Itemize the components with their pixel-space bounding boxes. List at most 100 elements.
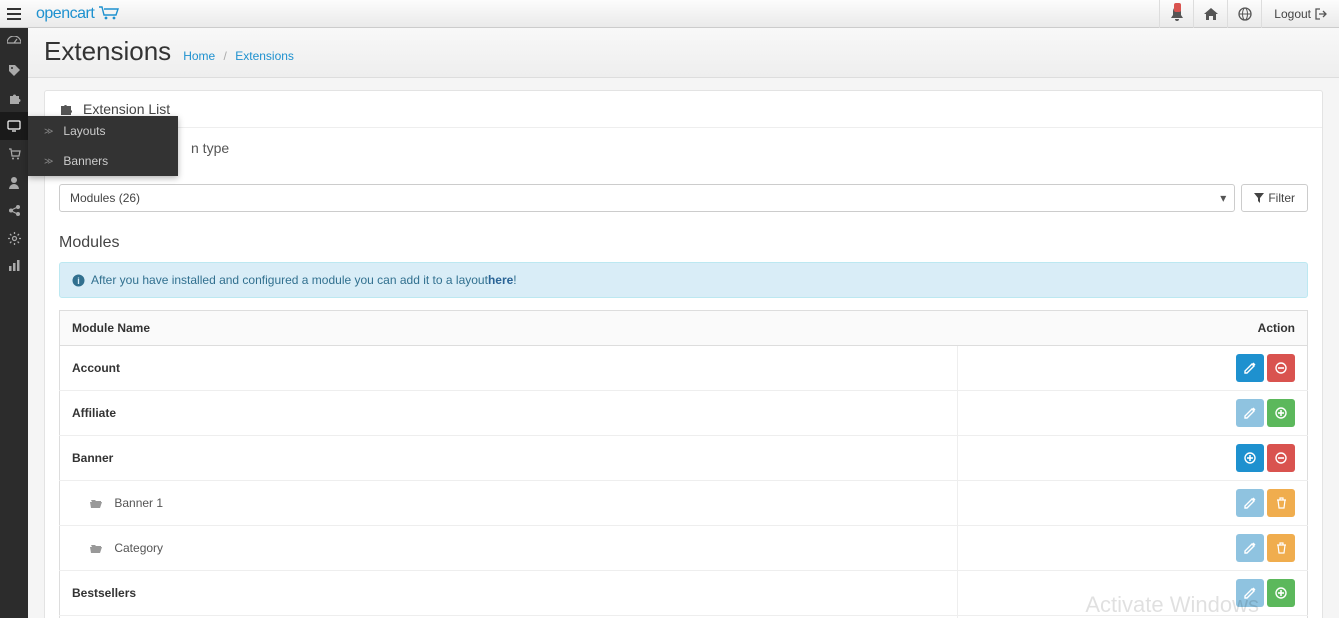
home-button[interactable] xyxy=(1193,0,1227,28)
signout-icon xyxy=(1315,8,1327,20)
page-header: Extensions Home / Extensions xyxy=(28,28,1339,78)
modules-section-title: Modules xyxy=(59,234,1308,252)
minus-circle-icon xyxy=(1275,362,1287,374)
shopping-cart-icon xyxy=(8,148,21,160)
flyout-item-banners[interactable]: ≫ Banners xyxy=(28,146,178,176)
folder-open-icon xyxy=(90,498,103,509)
panel-heading: Extension List xyxy=(45,91,1322,128)
col-action: Action xyxy=(958,311,1308,346)
plus-circle-icon xyxy=(1275,407,1287,419)
sidebar-item-system[interactable] xyxy=(0,224,28,252)
module-name-cell: Account xyxy=(60,346,958,391)
main-content: Extensions Home / Extensions Extension L… xyxy=(28,28,1339,618)
pencil-icon xyxy=(1244,362,1256,374)
install-button[interactable] xyxy=(1267,579,1295,607)
extension-type-label-partial: n type xyxy=(191,140,1339,156)
edit-button[interactable] xyxy=(1236,354,1264,382)
sidebar-item-dashboard[interactable] xyxy=(0,28,28,56)
extension-type-select[interactable]: Modules (26) xyxy=(59,184,1235,212)
trash-icon xyxy=(1276,542,1287,554)
sidebar-item-reports[interactable] xyxy=(0,252,28,280)
delete-button[interactable] xyxy=(1267,534,1295,562)
add-button[interactable] xyxy=(1236,444,1264,472)
filter-button-label: Filter xyxy=(1268,191,1295,205)
info-here-link[interactable]: here xyxy=(488,273,513,287)
table-row: Banner xyxy=(60,436,1308,481)
modules-info-alert: i After you have installed and configure… xyxy=(59,262,1308,298)
delete-button[interactable] xyxy=(1267,489,1295,517)
action-cell xyxy=(958,436,1308,481)
logout-label: Logout xyxy=(1274,7,1311,21)
info-icon: i xyxy=(72,274,85,287)
puzzle-icon xyxy=(8,92,21,105)
menu-toggle-button[interactable] xyxy=(0,0,28,28)
page-title: Extensions xyxy=(44,36,171,67)
edit-button-disabled xyxy=(1236,489,1264,517)
info-text: After you have installed and configured … xyxy=(91,273,488,287)
top-right-nav: Logout xyxy=(1159,0,1339,28)
action-cell xyxy=(958,571,1308,616)
design-flyout-menu: ≫ Layouts ≫ Banners xyxy=(28,116,178,176)
sidebar xyxy=(0,28,28,618)
top-header: opencart Logout xyxy=(0,0,1339,28)
action-cell xyxy=(958,526,1308,571)
module-name-cell: Affiliate xyxy=(60,391,958,436)
action-cell xyxy=(958,346,1308,391)
trash-icon xyxy=(1276,497,1287,509)
edit-button-disabled xyxy=(1236,534,1264,562)
store-link-button[interactable] xyxy=(1227,0,1261,28)
module-name-cell: Bestsellers xyxy=(60,571,958,616)
edit-button-disabled xyxy=(1236,579,1264,607)
edit-button-disabled xyxy=(1236,399,1264,427)
sidebar-item-design[interactable] xyxy=(0,112,28,140)
sidebar-item-extensions[interactable] xyxy=(0,84,28,112)
module-name-cell: Category xyxy=(60,526,958,571)
table-row: Account xyxy=(60,346,1308,391)
install-button[interactable] xyxy=(1267,399,1295,427)
flyout-label: Banners xyxy=(63,154,108,168)
logo[interactable]: opencart xyxy=(36,5,120,23)
cart-icon xyxy=(98,6,120,20)
sidebar-item-catalog[interactable] xyxy=(0,56,28,84)
table-row: Category xyxy=(60,526,1308,571)
flyout-label: Layouts xyxy=(63,124,105,138)
logo-text: opencart xyxy=(36,5,94,23)
folder-open-icon xyxy=(90,543,103,554)
module-name-cell: Banner xyxy=(60,436,958,481)
table-row: Affiliate xyxy=(60,391,1308,436)
desktop-icon xyxy=(7,120,21,132)
chart-bar-icon xyxy=(8,260,21,272)
breadcrumb: Home / Extensions xyxy=(183,49,294,63)
pencil-icon xyxy=(1244,407,1256,419)
user-icon xyxy=(8,176,20,189)
filter-icon xyxy=(1254,193,1264,203)
bars-icon xyxy=(7,8,21,20)
panel-heading-text: Extension List xyxy=(83,101,170,117)
sidebar-item-marketing[interactable] xyxy=(0,196,28,224)
flyout-item-layouts[interactable]: ≫ Layouts xyxy=(28,116,178,146)
module-name-cell: Banner 1 xyxy=(60,481,958,526)
breadcrumb-home[interactable]: Home xyxy=(183,49,215,63)
minus-circle-icon xyxy=(1275,452,1287,464)
sidebar-item-customers[interactable] xyxy=(0,168,28,196)
gear-icon xyxy=(8,232,21,245)
col-module-name: Module Name xyxy=(60,311,958,346)
modules-table: Module Name Action AccountAffiliateBanne… xyxy=(59,310,1308,618)
globe-icon xyxy=(1238,7,1252,21)
puzzle-icon xyxy=(59,102,73,116)
filter-button[interactable]: Filter xyxy=(1241,184,1308,212)
logout-button[interactable]: Logout xyxy=(1261,0,1339,28)
sidebar-item-sales[interactable] xyxy=(0,140,28,168)
uninstall-button[interactable] xyxy=(1267,444,1295,472)
chevron-right-icon: ≫ xyxy=(44,156,53,167)
uninstall-button[interactable] xyxy=(1267,354,1295,382)
info-suffix: ! xyxy=(513,273,516,287)
extension-type-value: Modules (26) xyxy=(70,191,140,205)
action-cell xyxy=(958,391,1308,436)
pencil-icon xyxy=(1244,587,1256,599)
breadcrumb-separator: / xyxy=(224,49,227,63)
share-icon xyxy=(8,204,21,217)
notifications-button[interactable] xyxy=(1159,0,1193,28)
pencil-icon xyxy=(1244,497,1256,509)
breadcrumb-current[interactable]: Extensions xyxy=(235,49,294,63)
